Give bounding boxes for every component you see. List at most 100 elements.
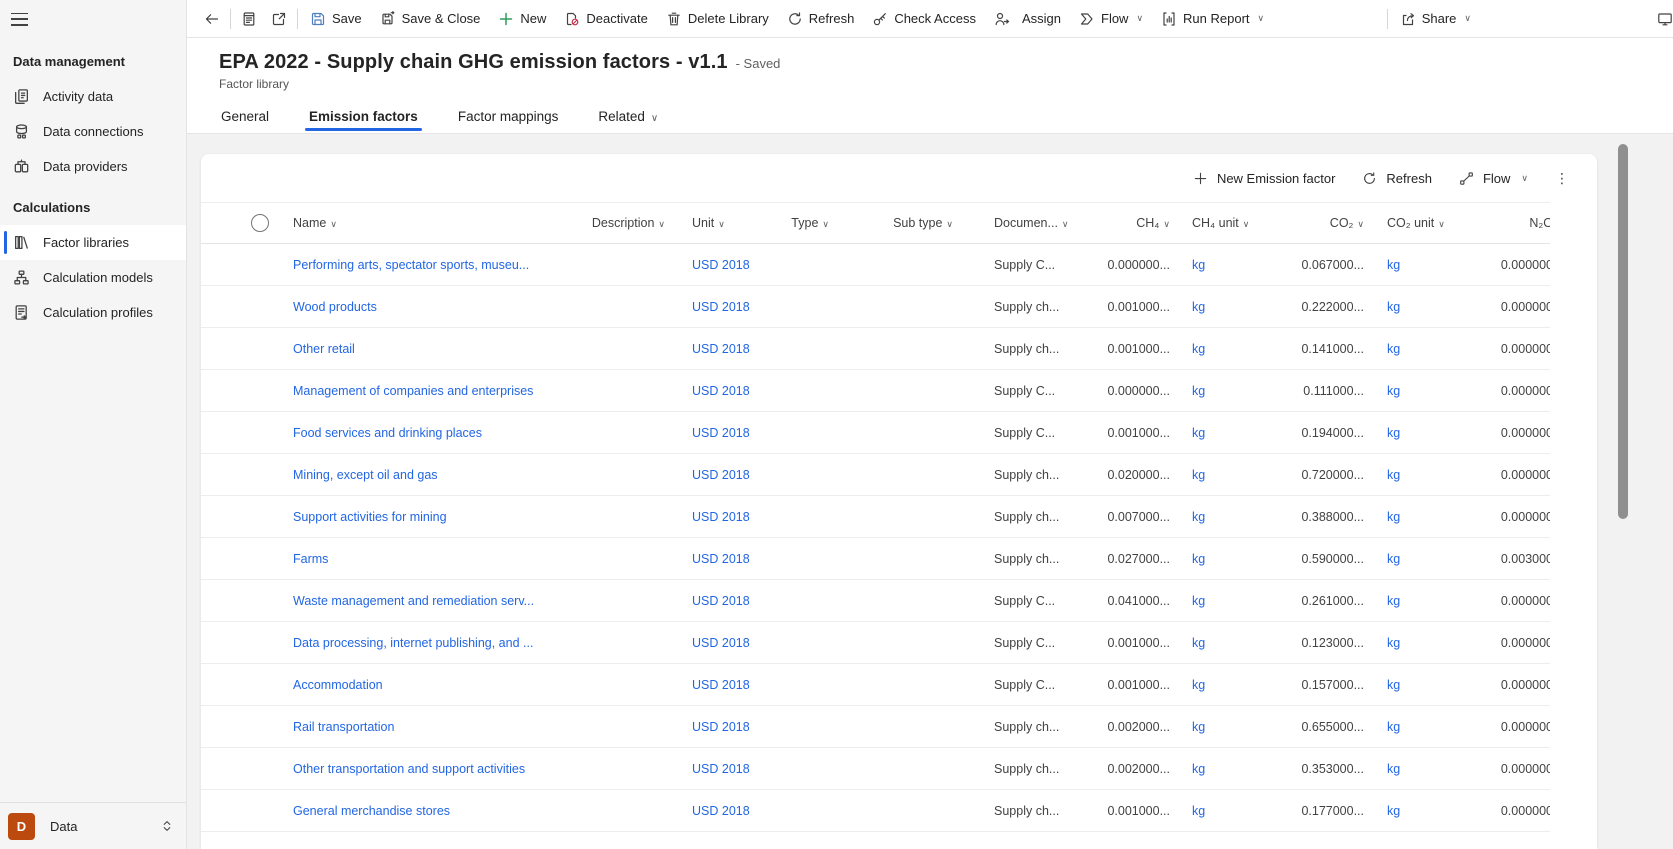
row-name-link[interactable]: Wood products bbox=[279, 300, 566, 314]
column-header-co2[interactable]: CO₂ ∨ bbox=[1296, 216, 1370, 230]
row-unit-link[interactable]: USD 2018 bbox=[671, 804, 761, 818]
table-row[interactable]: Mining, except oil and gas USD 2018 Supp… bbox=[201, 454, 1550, 496]
row-name-link[interactable]: Rail transportation bbox=[279, 720, 566, 734]
table-row[interactable]: Support activities for mining USD 2018 S… bbox=[201, 496, 1550, 538]
row-name-link[interactable]: Data processing, internet publishing, an… bbox=[279, 636, 566, 650]
sidebar-item-data-providers[interactable]: Data providers bbox=[0, 149, 186, 184]
row-unit-link[interactable]: USD 2018 bbox=[671, 720, 761, 734]
row-co2-unit-link[interactable]: kg bbox=[1370, 552, 1451, 566]
row-co2-unit-link[interactable]: kg bbox=[1370, 804, 1451, 818]
table-row[interactable]: Farms USD 2018 Supply ch... 0.027000... … bbox=[201, 538, 1550, 580]
back-button[interactable] bbox=[197, 4, 227, 34]
tab-factor-mappings[interactable]: Factor mappings bbox=[456, 105, 561, 133]
refresh-button[interactable]: Refresh bbox=[778, 4, 864, 34]
row-co2-unit-link[interactable]: kg bbox=[1370, 342, 1451, 356]
run-report-dropdown-button[interactable]: Run Report ∨ bbox=[1152, 4, 1273, 34]
row-name-link[interactable]: Accommodation bbox=[279, 678, 566, 692]
row-co2-unit-link[interactable]: kg bbox=[1370, 594, 1451, 608]
row-ch4-unit-link[interactable]: kg bbox=[1176, 720, 1296, 734]
row-name-link[interactable]: Food services and drinking places bbox=[279, 426, 566, 440]
column-header-n2o[interactable]: N₂O bbox=[1451, 216, 1550, 230]
column-header-sub-type[interactable]: Sub type ∨ bbox=[835, 216, 959, 230]
column-header-document[interactable]: Documen... ∨ bbox=[959, 216, 1101, 230]
sidebar-item-calculation-profiles[interactable]: Calculation profiles bbox=[0, 295, 186, 330]
row-co2-unit-link[interactable]: kg bbox=[1370, 720, 1451, 734]
table-row[interactable]: Food services and drinking places USD 20… bbox=[201, 412, 1550, 454]
column-header-ch4-unit[interactable]: CH₄ unit ∨ bbox=[1176, 216, 1296, 230]
row-unit-link[interactable]: USD 2018 bbox=[671, 678, 761, 692]
assign-button[interactable]: Assign bbox=[985, 4, 1070, 34]
row-ch4-unit-link[interactable]: kg bbox=[1176, 426, 1296, 440]
check-access-button[interactable]: Check Access bbox=[863, 4, 985, 34]
row-name-link[interactable]: Other transportation and support activit… bbox=[279, 762, 566, 776]
row-name-link[interactable]: Other retail bbox=[279, 342, 566, 356]
table-row[interactable]: Waste management and remediation serv...… bbox=[201, 580, 1550, 622]
row-unit-link[interactable]: USD 2018 bbox=[671, 762, 761, 776]
deactivate-button[interactable]: Deactivate bbox=[555, 4, 656, 34]
column-header-unit[interactable]: Unit ∨ bbox=[671, 216, 761, 230]
row-co2-unit-link[interactable]: kg bbox=[1370, 258, 1451, 272]
row-name-link[interactable]: General merchandise stores bbox=[279, 804, 566, 818]
table-row[interactable]: Rail transportation USD 2018 Supply ch..… bbox=[201, 706, 1550, 748]
row-co2-unit-link[interactable]: kg bbox=[1370, 678, 1451, 692]
row-co2-unit-link[interactable]: kg bbox=[1370, 636, 1451, 650]
row-unit-link[interactable]: USD 2018 bbox=[671, 510, 761, 524]
table-row[interactable]: Other transportation and support activit… bbox=[201, 748, 1550, 790]
vertical-scrollbar-thumb[interactable] bbox=[1618, 144, 1628, 519]
row-name-link[interactable]: Management of companies and enterprises bbox=[279, 384, 566, 398]
table-row[interactable]: Other retail USD 2018 Supply ch... 0.001… bbox=[201, 328, 1550, 370]
table-row[interactable]: Wood products USD 2018 Supply ch... 0.00… bbox=[201, 286, 1550, 328]
row-ch4-unit-link[interactable]: kg bbox=[1176, 762, 1296, 776]
row-name-link[interactable]: Farms bbox=[279, 552, 566, 566]
new-emission-factor-button[interactable]: New Emission factor bbox=[1193, 171, 1335, 186]
row-co2-unit-link[interactable]: kg bbox=[1370, 510, 1451, 524]
sidebar-item-activity-data[interactable]: Activity data bbox=[0, 79, 186, 114]
row-ch4-unit-link[interactable]: kg bbox=[1176, 804, 1296, 818]
sidebar-item-calculation-models[interactable]: Calculation models bbox=[0, 260, 186, 295]
sidebar-item-factor-libraries[interactable]: Factor libraries bbox=[0, 225, 186, 260]
column-header-name[interactable]: Name ∨ bbox=[279, 216, 566, 230]
row-name-link[interactable]: Mining, except oil and gas bbox=[279, 468, 566, 482]
row-ch4-unit-link[interactable]: kg bbox=[1176, 678, 1296, 692]
tab-related[interactable]: Related ∨ bbox=[596, 105, 660, 133]
share-dropdown-button[interactable]: Share ∨ bbox=[1391, 4, 1480, 34]
grid-refresh-button[interactable]: Refresh bbox=[1362, 171, 1432, 186]
row-ch4-unit-link[interactable]: kg bbox=[1176, 468, 1296, 482]
row-name-link[interactable]: Support activities for mining bbox=[279, 510, 566, 524]
new-button[interactable]: New bbox=[489, 4, 555, 34]
row-unit-link[interactable]: USD 2018 bbox=[671, 594, 761, 608]
screen-share-button[interactable] bbox=[1650, 4, 1673, 34]
row-ch4-unit-link[interactable]: kg bbox=[1176, 510, 1296, 524]
table-row[interactable]: Performing arts, spectator sports, museu… bbox=[201, 244, 1550, 286]
hamburger-menu-button[interactable] bbox=[0, 0, 40, 38]
row-unit-link[interactable]: USD 2018 bbox=[671, 426, 761, 440]
save-button[interactable]: Save bbox=[301, 4, 371, 34]
table-row[interactable]: General merchandise stores USD 2018 Supp… bbox=[201, 790, 1550, 832]
row-ch4-unit-link[interactable]: kg bbox=[1176, 384, 1296, 398]
tab-emission-factors[interactable]: Emission factors bbox=[305, 105, 422, 133]
tab-general[interactable]: General bbox=[219, 105, 271, 133]
column-header-ch4[interactable]: CH₄ ∨ bbox=[1101, 216, 1176, 230]
open-in-new-window-button[interactable] bbox=[264, 4, 294, 34]
column-header-description[interactable]: Description ∨ bbox=[566, 216, 671, 230]
row-unit-link[interactable]: USD 2018 bbox=[671, 300, 761, 314]
row-ch4-unit-link[interactable]: kg bbox=[1176, 636, 1296, 650]
row-co2-unit-link[interactable]: kg bbox=[1370, 300, 1451, 314]
form-view-button[interactable] bbox=[234, 4, 264, 34]
flow-dropdown-button[interactable]: Flow ∨ bbox=[1070, 4, 1152, 34]
row-unit-link[interactable]: USD 2018 bbox=[671, 342, 761, 356]
table-row[interactable]: Data processing, internet publishing, an… bbox=[201, 622, 1550, 664]
row-co2-unit-link[interactable]: kg bbox=[1370, 468, 1451, 482]
row-unit-link[interactable]: USD 2018 bbox=[671, 636, 761, 650]
column-header-co2-unit[interactable]: CO₂ unit ∨ bbox=[1370, 216, 1451, 230]
row-ch4-unit-link[interactable]: kg bbox=[1176, 552, 1296, 566]
column-header-type[interactable]: Type ∨ bbox=[761, 216, 835, 230]
sidebar-item-data-connections[interactable]: Data connections bbox=[0, 114, 186, 149]
row-co2-unit-link[interactable]: kg bbox=[1370, 762, 1451, 776]
grid-flow-dropdown-button[interactable]: Flow ∨ bbox=[1459, 171, 1528, 186]
delete-library-button[interactable]: Delete Library bbox=[657, 4, 778, 34]
row-unit-link[interactable]: USD 2018 bbox=[671, 468, 761, 482]
row-unit-link[interactable]: USD 2018 bbox=[671, 258, 761, 272]
more-commands-button[interactable]: ⋮ bbox=[1555, 171, 1569, 185]
row-co2-unit-link[interactable]: kg bbox=[1370, 384, 1451, 398]
